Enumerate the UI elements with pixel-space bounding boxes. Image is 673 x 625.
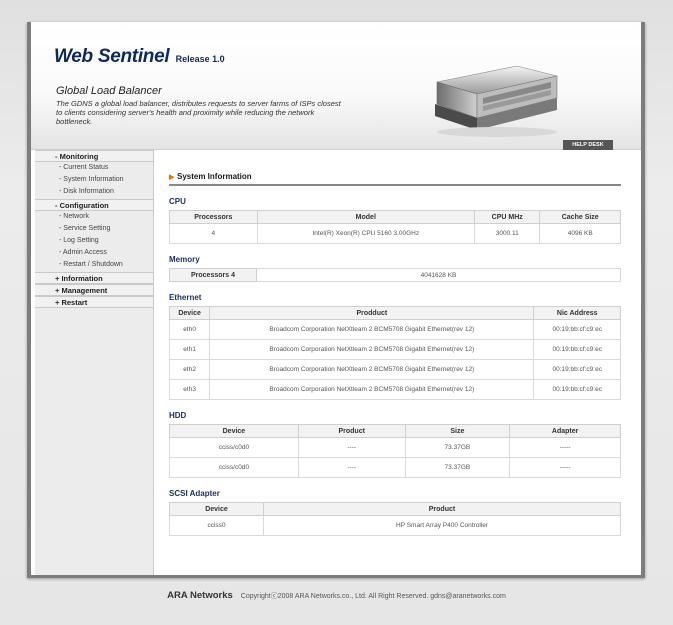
hdd-header-device: Device [169,424,299,438]
app-window: Web Sentinel Release 1.0 Global Load Bal… [27,22,645,578]
release-label: Release 1.0 [175,54,225,64]
menu-group-configuration: - Configuration - Network - Service Sett… [35,199,153,271]
ethernet-nic: 00:19:bb:cf:c9:ec [533,339,621,360]
page-title-bar: ▶ System Information [169,162,621,186]
cpu-header-mhz: CPU MHz [474,210,541,224]
cpu-processors: 4 [169,223,258,244]
cpu-section-title: CPU [169,197,186,206]
app-name: Web Sentinel [54,46,170,67]
cpu-model: Intel(R) Xeon(R) CPU 5160 3.00GHz [256,223,476,244]
menu-head-configuration[interactable]: - Configuration [35,199,153,211]
table-row: cciss/c0d0 ---- 73.37GB ----- [169,457,621,478]
memory-label: Processors 4 [169,268,257,282]
menu-group-monitoring: - Monitoring - Current Status - System I… [35,150,153,198]
scsi-section-title: SCSI Adapter [169,489,220,498]
table-row: cciss0 HP Smart Array P400 Controller [169,515,621,536]
menu-item-system-information[interactable]: - System Information [35,174,153,186]
table-row: eth3 Broadcom Corporation NetXtleam 2 BC… [168,379,621,400]
hdd-header-product: Product [297,424,406,438]
page-title: System Information [177,172,252,181]
menu-item-log-setting[interactable]: - Log Setting [35,235,153,247]
hdd-product: ---- [297,437,406,458]
scsi-header-device: Device [169,502,264,516]
ethernet-product: Broadcom Corporation NetXtleam 2 BCM5708… [209,359,535,380]
product-description: The GDNS a global load balancer, distrib… [56,99,341,126]
ethernet-product: Broadcom Corporation NetXtleam 2 BCM5708… [209,379,535,400]
cpu-table: Processors Model CPU MHz Cache Size 4 In… [169,210,621,244]
footer: ARA Networks Copyrightⓒ2008 ARA Networks… [0,590,673,601]
table-row: eth1 Broadcom Corporation NetXtleam 2 BC… [168,339,621,360]
memory-section-title: Memory [169,255,200,264]
ethernet-nic: 00:19:bb:cf:c9:ec [533,319,621,340]
ethernet-section-title: Ethernet [169,293,202,302]
sidebar-menu: - Monitoring - Current Status - System I… [35,150,154,575]
cpu-cache: 4096 KB [539,223,621,244]
cpu-header-model: Model [256,210,476,224]
triangle-right-icon: ▶ [169,174,175,181]
scsi-table: Device Product cciss0 HP Smart Array P40… [169,502,621,536]
cpu-header-processors: Processors [169,210,258,224]
ethernet-device: eth0 [168,319,211,340]
hdd-device: cciss/c0d0 [169,457,299,478]
table-row: eth2 Broadcom Corporation NetXtleam 2 BC… [168,359,621,380]
memory-table: Processors 4 4041628 KB [169,268,621,282]
ethernet-table: Device Prodduct Nic Address eth0 Broadco… [168,306,621,400]
cpu-mhz: 3000.11 [474,223,541,244]
ethernet-nic: 00:19:bb:cf:c9:ec [533,359,621,380]
menu-item-disk-information[interactable]: - Disk Information [35,186,153,198]
hdd-product: ---- [297,457,406,478]
help-desk-button[interactable]: HELP DESK [563,140,613,150]
footer-brand: ARA Networks [167,590,233,601]
menu-item-restart-shutdown[interactable]: - Restart / Shutdown [35,259,153,271]
menu-head-restart[interactable]: + Restart [35,296,153,308]
rack-server-icon [435,65,558,137]
main-content: ▶ System Information CPU Processors Mode… [168,162,621,536]
hdd-size: 73.37GB [404,457,511,478]
hdd-size: 73.37GB [404,437,511,458]
hdd-section-title: HDD [169,411,187,420]
ethernet-nic: 00:19:bb:cf:c9:ec [533,379,621,400]
menu-item-admin-access[interactable]: - Admin Access [35,247,153,259]
ethernet-product: Broadcom Corporation NetXtleam 2 BCM5708… [209,319,535,340]
product-title: Global Load Balancer [56,85,162,97]
ethernet-header-nic: Nic Address [533,306,621,320]
menu-item-current-status[interactable]: - Current Status [35,162,153,174]
app-logo: Web Sentinel Release 1.0 [54,46,225,68]
menu-item-network[interactable]: - Network [35,211,153,223]
cpu-header-cache: Cache Size [539,210,621,224]
ethernet-device: eth1 [168,339,211,360]
header-banner: Web Sentinel Release 1.0 Global Load Bal… [31,22,641,150]
scsi-header-product: Product [263,502,621,516]
ethernet-device: eth3 [168,379,211,400]
scsi-product: HP Smart Array P400 Controller [263,515,621,536]
menu-head-monitoring[interactable]: - Monitoring [35,150,153,162]
hdd-adapter: ----- [509,457,621,478]
footer-copyright: Copyrightⓒ2008 ARA Networks.co., Ltd. Al… [240,593,506,600]
ethernet-device: eth2 [168,359,211,380]
menu-head-management[interactable]: + Management [35,284,153,296]
table-row: cciss/c0d0 ---- 73.37GB ----- [169,437,621,458]
hdd-header-size: Size [404,424,511,438]
hdd-table: Device Product Size Adapter cciss/c0d0 -… [169,424,621,478]
scsi-device: cciss0 [169,515,264,536]
ethernet-header-device: Device [168,306,211,320]
table-row: eth0 Broadcom Corporation NetXtleam 2 BC… [168,319,621,340]
ethernet-product: Broadcom Corporation NetXtleam 2 BCM5708… [209,339,535,360]
table-row: 4 Intel(R) Xeon(R) CPU 5160 3.00GHz 3000… [169,223,621,244]
ethernet-header-product: Prodduct [209,306,535,320]
hdd-adapter: ----- [509,437,621,458]
memory-value: 4041628 KB [256,268,621,282]
hdd-header-adapter: Adapter [509,424,621,438]
hdd-device: cciss/c0d0 [169,437,299,458]
menu-head-information[interactable]: + Information [35,272,153,284]
menu-item-service-setting[interactable]: - Service Setting [35,223,153,235]
